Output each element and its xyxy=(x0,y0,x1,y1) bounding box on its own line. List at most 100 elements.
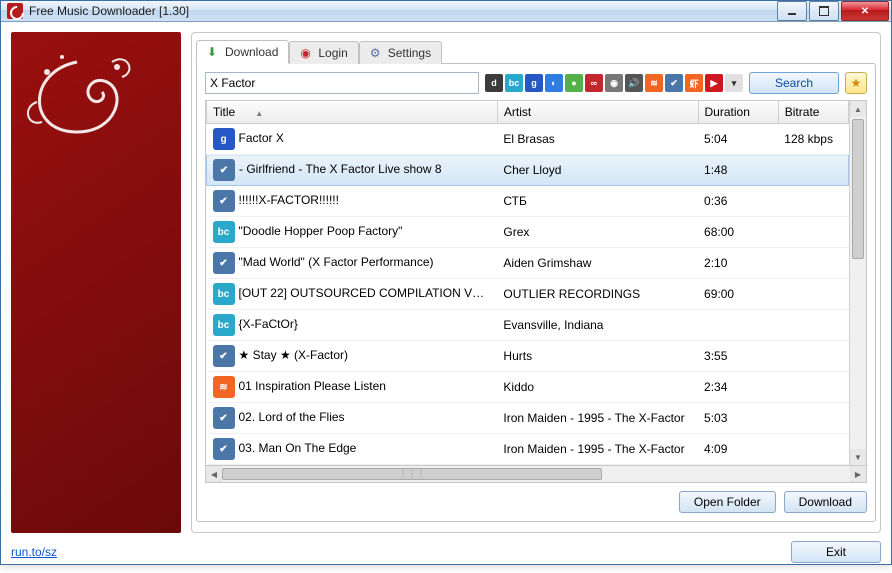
cell-title: {X-FaCtOr} xyxy=(239,317,298,331)
tab-label: Login xyxy=(318,46,347,60)
cell-bitrate xyxy=(778,155,848,186)
scroll-thumb[interactable] xyxy=(852,119,864,259)
scroll-thumb[interactable]: ⋮⋮⋮ xyxy=(222,468,602,480)
source-icon: ✔ xyxy=(213,407,235,429)
table-row[interactable]: bc"Doodle Hopper Poop Factory"Grex68:00 xyxy=(207,217,849,248)
table-row[interactable]: bc[OUT 22] OUTSOURCED COMPILATION VOL.3O… xyxy=(207,279,849,310)
speaker-icon[interactable]: 🔊 xyxy=(625,74,643,92)
cell-artist: Evansville, Indiana xyxy=(497,310,698,341)
cell-bitrate xyxy=(778,217,848,248)
cell-duration: 69:00 xyxy=(698,279,778,310)
table-row[interactable]: ✔ 03. Man On The Edge Iron Maiden - 1995 -… xyxy=(207,434,849,465)
open-folder-button[interactable]: Open Folder xyxy=(679,491,776,513)
horizontal-scrollbar[interactable]: ◀ ⋮⋮⋮ ▶ xyxy=(205,466,867,483)
table-row[interactable]: gFactor XEl Brasas5:04128 kbps xyxy=(207,124,849,155)
cell-title: "Doodle Hopper Poop Factory" xyxy=(239,224,403,238)
cell-bitrate xyxy=(778,279,848,310)
cell-artist: OUTLIER RECORDINGS xyxy=(497,279,698,310)
cell-duration: 5:03 xyxy=(698,403,778,434)
scroll-down-icon[interactable]: ▼ xyxy=(850,449,866,465)
source-icon: bc xyxy=(213,221,235,243)
minimize-button[interactable] xyxy=(777,1,807,21)
cell-duration: 2:10 xyxy=(698,248,778,279)
table-row[interactable]: ≋01 Inspiration Please ListenKiddo2:34 xyxy=(207,372,849,403)
cell-bitrate xyxy=(778,248,848,279)
grid-viewport[interactable]: Title Artist Duration Bitrate gFactor XE… xyxy=(206,101,849,465)
d-icon[interactable]: d xyxy=(485,74,503,92)
download-button[interactable]: Download xyxy=(784,491,867,513)
action-row: Open Folder Download xyxy=(205,491,867,513)
source-icon: ✔ xyxy=(213,159,235,181)
cell-bitrate xyxy=(778,403,848,434)
sc-icon[interactable]: ≋ xyxy=(645,74,663,92)
x-icon[interactable]: 虾 xyxy=(685,74,703,92)
search-input[interactable] xyxy=(205,72,479,94)
header-row: Title Artist Duration Bitrate xyxy=(207,101,849,124)
tab-download[interactable]: ⬇ Download xyxy=(196,40,289,64)
table-row[interactable]: bc{X-FaCtOr}Evansville, Indiana xyxy=(207,310,849,341)
source-icon: ✔ xyxy=(213,345,235,367)
bc-icon[interactable]: bc xyxy=(505,74,523,92)
cell-title: 03. Man On The Edge xyxy=(239,441,357,455)
tab-settings[interactable]: ⚙ Settings xyxy=(359,41,442,64)
scroll-track[interactable]: ⋮⋮⋮ xyxy=(222,466,850,482)
results-grid: Title Artist Duration Bitrate gFactor XE… xyxy=(205,100,867,466)
cell-bitrate: 128 kbps xyxy=(778,124,848,155)
vertical-scrollbar[interactable]: ▲ ▼ xyxy=(849,101,866,465)
cell-bitrate xyxy=(778,186,848,217)
cell-duration xyxy=(698,310,778,341)
window-title: Free Music Downloader [1.30] xyxy=(29,4,775,18)
cell-bitrate xyxy=(778,341,848,372)
source-icon: g xyxy=(213,128,235,150)
source-icon: ≋ xyxy=(213,376,235,398)
table-row[interactable]: ✔!!!!!!X-FACTOR!!!!!!СТБ0:36 xyxy=(207,186,849,217)
cell-duration: 0:36 xyxy=(698,186,778,217)
cell-artist: Cher Lloyd xyxy=(497,155,698,186)
footer-link[interactable]: run.to/sz xyxy=(11,545,57,559)
client-area: ⬇ Download ◉ Login ⚙ Settings dbcg◐●∞◉🔊≋… xyxy=(1,22,891,541)
cell-artist: Aiden Grimshaw xyxy=(497,248,698,279)
cell-artist: Hurts xyxy=(497,341,698,372)
cell-bitrate xyxy=(778,310,848,341)
maximize-button[interactable] xyxy=(809,1,839,21)
tab-login[interactable]: ◉ Login xyxy=(289,41,358,64)
table-row[interactable]: ✔"Mad World" (X Factor Performance)Aiden… xyxy=(207,248,849,279)
scroll-right-icon[interactable]: ▶ xyxy=(850,466,866,482)
source-icon: ✔ xyxy=(213,438,235,460)
cell-title: "Mad World" (X Factor Performance) xyxy=(239,255,434,269)
search-button[interactable]: Search xyxy=(749,72,839,94)
cell-duration: 3:55 xyxy=(698,341,778,372)
col-artist[interactable]: Artist xyxy=(497,101,698,124)
table-row[interactable]: ✔02. Lord of the FliesIron Maiden - 1995… xyxy=(207,403,849,434)
table-row[interactable]: ✔★ Stay ★ (X-Factor)Hurts3:55 xyxy=(207,341,849,372)
titlebar[interactable]: Free Music Downloader [1.30] xyxy=(1,1,891,22)
cell-duration: 68:00 xyxy=(698,217,778,248)
cell-title: 02. Lord of the Flies xyxy=(239,410,345,424)
col-duration[interactable]: Duration xyxy=(698,101,778,124)
exit-button[interactable]: Exit xyxy=(791,541,881,563)
table-row[interactable]: ✔- Girlfriend - The X Factor Live show 8… xyxy=(207,155,849,186)
favorite-button[interactable]: ★ xyxy=(845,72,867,94)
more-icon[interactable]: ▾ xyxy=(725,74,743,92)
vk-icon[interactable]: ✔ xyxy=(665,74,683,92)
cell-artist: СТБ xyxy=(497,186,698,217)
source-icon: ✔ xyxy=(213,190,235,212)
disc-icon[interactable]: ◉ xyxy=(605,74,623,92)
col-bitrate[interactable]: Bitrate xyxy=(778,101,848,124)
cell-artist: Iron Maiden - 1995 - The X-Factor xyxy=(497,434,698,465)
lastfm-icon[interactable]: ∞ xyxy=(585,74,603,92)
scroll-left-icon[interactable]: ◀ xyxy=(206,466,222,482)
spot-icon[interactable]: ● xyxy=(565,74,583,92)
download-icon: ⬇ xyxy=(207,45,221,59)
col-title[interactable]: Title xyxy=(207,101,498,124)
sidebar-banner xyxy=(11,32,181,533)
login-icon: ◉ xyxy=(300,46,314,60)
scroll-up-icon[interactable]: ▲ xyxy=(850,101,866,117)
yt-icon[interactable]: ▶ xyxy=(705,74,723,92)
cell-title: 01 Inspiration Please Listen xyxy=(239,379,386,393)
g-icon[interactable]: g xyxy=(525,74,543,92)
globe-icon[interactable]: ◐ xyxy=(545,74,563,92)
download-panel: dbcg◐●∞◉🔊≋✔虾▶▾ Search ★ Title Artist xyxy=(196,63,876,522)
cell-title: [OUT 22] OUTSOURCED COMPILATION VOL.3 xyxy=(239,286,498,300)
close-button[interactable] xyxy=(841,1,889,21)
